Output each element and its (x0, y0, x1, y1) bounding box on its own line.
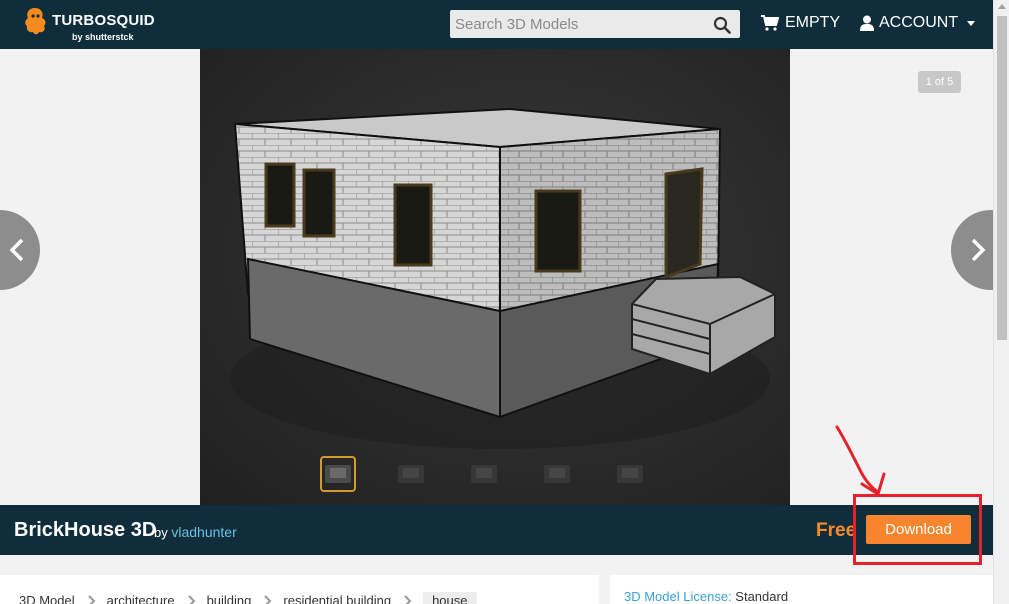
chevron-right-icon (264, 594, 272, 604)
cart-icon (761, 15, 779, 31)
by-label: by (154, 525, 168, 540)
author-link[interactable]: vladhunter (171, 524, 236, 540)
user-icon (860, 15, 874, 31)
search-icon[interactable] (713, 16, 731, 34)
breadcrumb-panel: 3D Model architecture building residenti… (0, 575, 599, 604)
scroll-up-arrow-icon[interactable] (998, 4, 1006, 9)
breadcrumb-item-building[interactable]: building (207, 593, 252, 604)
annotation-highlight-box (853, 494, 982, 565)
thumbnail-3-image (471, 465, 497, 483)
product-title-bar: BrickHouse 3D by vladhunter Free Downloa… (0, 505, 993, 555)
thumbnail-2[interactable] (393, 456, 429, 492)
main-preview-image[interactable] (200, 49, 790, 505)
license-value: Standard (735, 589, 789, 604)
thumbnail-2-image (398, 465, 424, 483)
product-title: BrickHouse 3D (14, 519, 157, 541)
license-key-link[interactable]: 3D Model License: (624, 589, 732, 604)
license-info: 3D Model License: Standard (624, 589, 788, 604)
cart-button[interactable]: EMPTY (761, 14, 840, 32)
license-panel: 3D Model License: Standard (610, 575, 993, 604)
thumbnail-1-image (325, 465, 351, 483)
chevron-left-icon (9, 238, 24, 262)
annotation-arrow-icon (835, 425, 886, 497)
chevron-right-icon (87, 594, 96, 604)
turbosquid-logo[interactable]: TURBOSQUID by shutterstck (22, 6, 155, 44)
top-header: TURBOSQUID by shutterstck EMPTY ACCOUNT (0, 0, 993, 49)
logo-text: TURBOSQUID (52, 12, 155, 29)
cart-label: EMPTY (785, 14, 841, 31)
chevron-right-icon (404, 594, 412, 604)
chevron-right-icon (187, 594, 195, 604)
breadcrumb-item-residential-building[interactable]: residential building (283, 593, 391, 604)
logo-subtext: by shutterstck (72, 32, 134, 42)
thumbnail-4-image (544, 465, 570, 483)
page-scrollbar[interactable] (993, 0, 1009, 604)
breadcrumb-item-house[interactable]: house (423, 592, 477, 604)
breadcrumb-item-architecture[interactable]: architecture (107, 593, 175, 604)
thumbnail-4[interactable] (539, 456, 575, 492)
previous-image-button[interactable] (0, 210, 40, 290)
account-label: ACCOUNT (879, 14, 959, 31)
product-price: Free (816, 520, 857, 541)
squid-logo-icon (25, 8, 46, 35)
image-counter: 1 of 5 (918, 71, 961, 93)
house-render (230, 107, 776, 449)
thumbnail-1[interactable] (320, 456, 356, 492)
thumbnail-strip (320, 456, 648, 492)
scrollbar-thumb[interactable] (997, 16, 1007, 340)
breadcrumb-item-3d-model[interactable]: 3D Model (19, 593, 75, 604)
account-menu[interactable]: ACCOUNT (860, 14, 976, 32)
search-input[interactable] (450, 10, 700, 38)
caret-down-icon (967, 20, 976, 26)
chevron-right-icon (971, 238, 986, 262)
thumbnail-5-image (617, 465, 643, 483)
breadcrumb: 3D Model architecture building residenti… (19, 592, 477, 604)
search-box (450, 10, 740, 38)
product-byline: by vladhunter (154, 524, 237, 540)
thumbnail-5[interactable] (612, 456, 648, 492)
thumbnail-3[interactable] (466, 456, 502, 492)
